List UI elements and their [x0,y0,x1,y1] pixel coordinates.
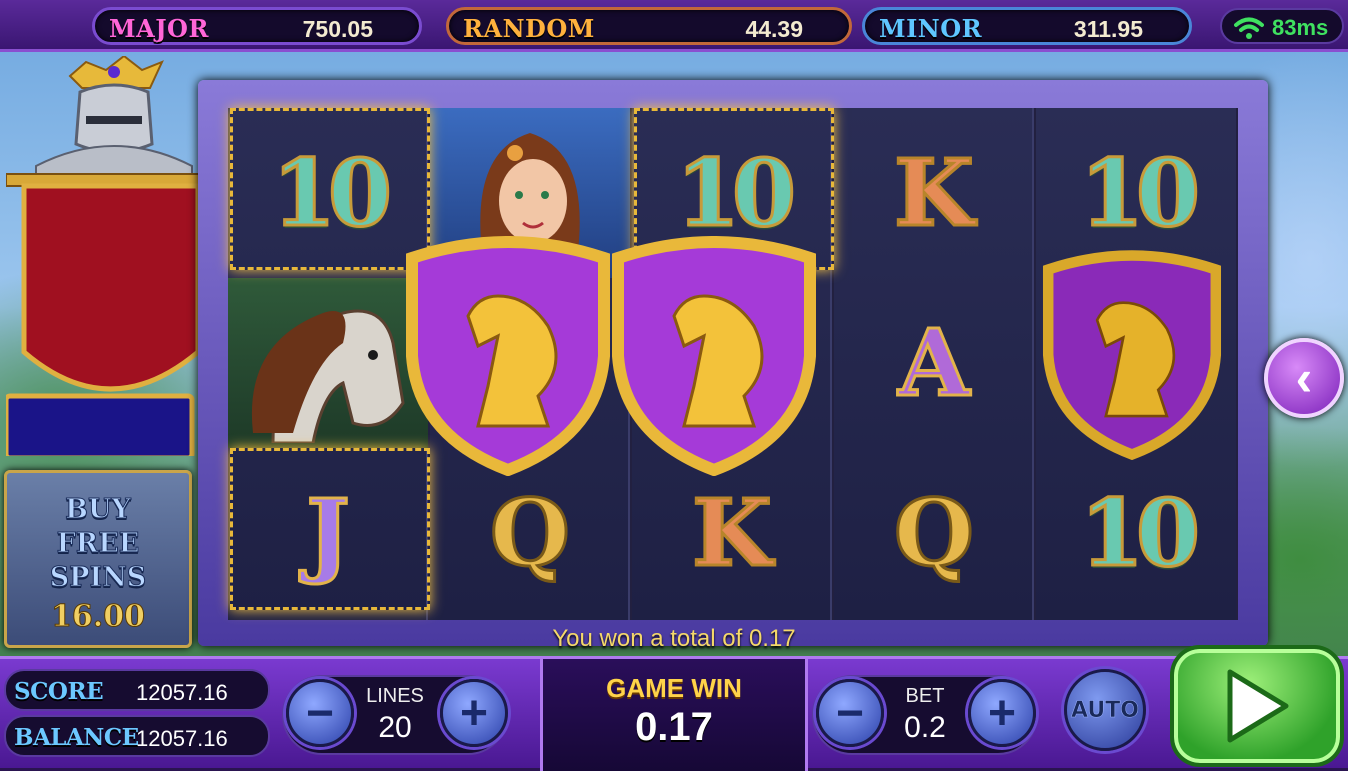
knight-banner [6,56,222,456]
play-icon [1227,669,1289,743]
ping-value: 83ms [1272,15,1329,40]
jackpot-major-label: MAJOR [109,14,209,43]
jackpot-random-label: RANDOM [463,14,595,43]
bet-decrease-button[interactable]: − [816,679,884,747]
game-win-label: GAME WIN [606,673,742,703]
horse-shield-icon [1042,250,1222,460]
jackpot-major: MAJOR 750.05 [92,7,422,45]
game-win-panel: GAME WIN 0.17 [540,659,808,771]
score-label: SCORE [14,678,104,705]
lines-increase-button[interactable]: + [440,679,508,747]
horse-shield-icon [406,236,610,476]
bet-increase-button[interactable]: + [968,679,1036,747]
lines-decrease-button[interactable]: − [286,679,354,747]
game-win-value: 0.17 [635,705,713,749]
jackpot-random: RANDOM 44.39 [446,7,852,45]
wifi-icon [1234,17,1264,39]
jackpot-major-value: 750.05 [302,16,373,42]
symbol-ten: 10 [1078,479,1201,587]
spin-button[interactable] [1170,645,1344,767]
control-bar: SCORE 12057.16 BALANCE 12057.16 LINES 20… [0,645,1348,771]
balance-display: BALANCE 12057.16 [4,715,270,757]
horse-shield-icon [612,236,816,476]
buy-label: BUY [65,494,132,526]
chevron-left-icon[interactable]: ‹ [1264,338,1344,418]
horse-portrait-icon [251,309,405,443]
reel-4: K A Q [834,108,1034,620]
symbol-a: A [897,309,971,417]
jackpot-minor: MINOR 311.95 [862,7,1192,45]
balance-value: 12057.16 [136,726,228,751]
spins-label: SPINS [49,562,147,594]
auto-spin-button[interactable]: AUTO [1064,669,1146,751]
network-status: 83ms [1220,8,1344,44]
symbol-q: Q [892,479,975,587]
score-display: SCORE 12057.16 [4,669,270,711]
jackpot-random-value: 44.39 [745,16,803,42]
balance-label: BALANCE [14,724,139,751]
jackpot-minor-label: MINOR [879,14,983,43]
win-message: You won a total of 0.17 [552,625,796,652]
free-label: FREE [56,528,140,560]
jackpot-bar: MAJOR 750.05 RANDOM 44.39 MINOR 311.95 8… [0,0,1348,52]
jackpot-minor-value: 311.95 [1073,16,1143,42]
symbol-k: K [893,139,976,247]
buy-free-spins-button[interactable]: BUY FREE SPINS 16.00 [4,470,192,648]
score-value: 12057.16 [136,680,228,705]
